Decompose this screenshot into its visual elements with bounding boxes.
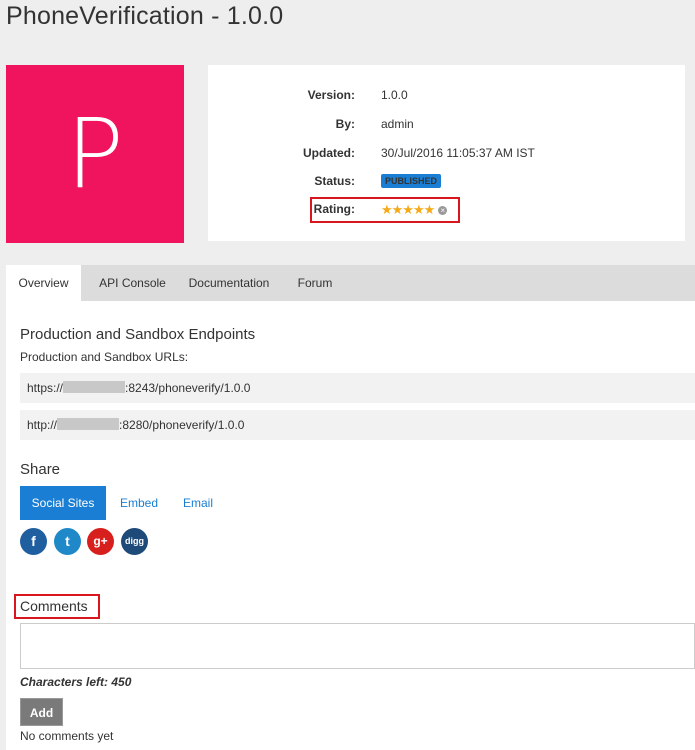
- no-comments-text: No comments yet: [20, 729, 114, 743]
- comments-highlight-box: [14, 594, 100, 619]
- redacted-host: [63, 381, 126, 393]
- status-row: Status: PUBLISHED: [208, 174, 685, 194]
- http-prefix: http://: [27, 418, 58, 432]
- endpoints-subheading: Production and Sandbox URLs:: [20, 350, 189, 364]
- updated-value: 30/Jul/2016 11:05:37 AM IST: [381, 146, 535, 160]
- status-label: Status:: [314, 174, 355, 188]
- share-tab-embed[interactable]: Embed: [120, 486, 158, 520]
- status-badge: PUBLISHED: [381, 174, 442, 188]
- tab-api-console[interactable]: API Console: [81, 265, 184, 301]
- redacted-host: [57, 418, 120, 430]
- updated-label: Updated:: [303, 146, 355, 160]
- api-logo: P: [6, 65, 184, 243]
- logo-letter: P: [66, 98, 124, 210]
- tab-bar: Overview API Console Documentation Forum: [6, 265, 695, 301]
- https-endpoint[interactable]: https:// :8243/phoneverify/1.0.0: [20, 373, 695, 403]
- endpoints-heading: Production and Sandbox Endpoints: [20, 326, 256, 343]
- by-label: By:: [335, 117, 355, 131]
- http-endpoint[interactable]: http:// :8280/phoneverify/1.0.0: [20, 410, 695, 440]
- google-plus-icon[interactable]: g+: [87, 528, 114, 555]
- updated-row: Updated: 30/Jul/2016 11:05:37 AM IST: [208, 146, 685, 166]
- version-row: Version: 1.0.0: [208, 88, 685, 108]
- tab-documentation[interactable]: Documentation: [184, 265, 274, 301]
- characters-left: Characters left: 450: [20, 675, 132, 689]
- twitter-icon[interactable]: t: [54, 528, 81, 555]
- digg-icon[interactable]: digg: [121, 528, 148, 555]
- https-suffix: :8243/phoneverify/1.0.0: [125, 381, 251, 395]
- version-label: Version:: [307, 88, 355, 102]
- comment-textarea[interactable]: [20, 623, 695, 669]
- version-value: 1.0.0: [381, 88, 408, 102]
- share-tab-social-sites[interactable]: Social Sites: [20, 486, 106, 520]
- add-comment-button[interactable]: Add: [20, 698, 63, 726]
- facebook-icon[interactable]: f: [20, 528, 47, 555]
- share-tab-email[interactable]: Email: [183, 486, 213, 520]
- https-prefix: https://: [27, 381, 64, 395]
- rating-highlight-box: [310, 197, 460, 223]
- http-suffix: :8280/phoneverify/1.0.0: [119, 418, 245, 432]
- tab-overview[interactable]: Overview: [6, 265, 81, 301]
- page-title: PhoneVerification - 1.0.0: [6, 2, 284, 30]
- by-value: admin: [381, 117, 414, 131]
- tab-forum[interactable]: Forum: [285, 265, 345, 301]
- by-row: By: admin: [208, 117, 685, 137]
- share-heading: Share: [20, 461, 61, 478]
